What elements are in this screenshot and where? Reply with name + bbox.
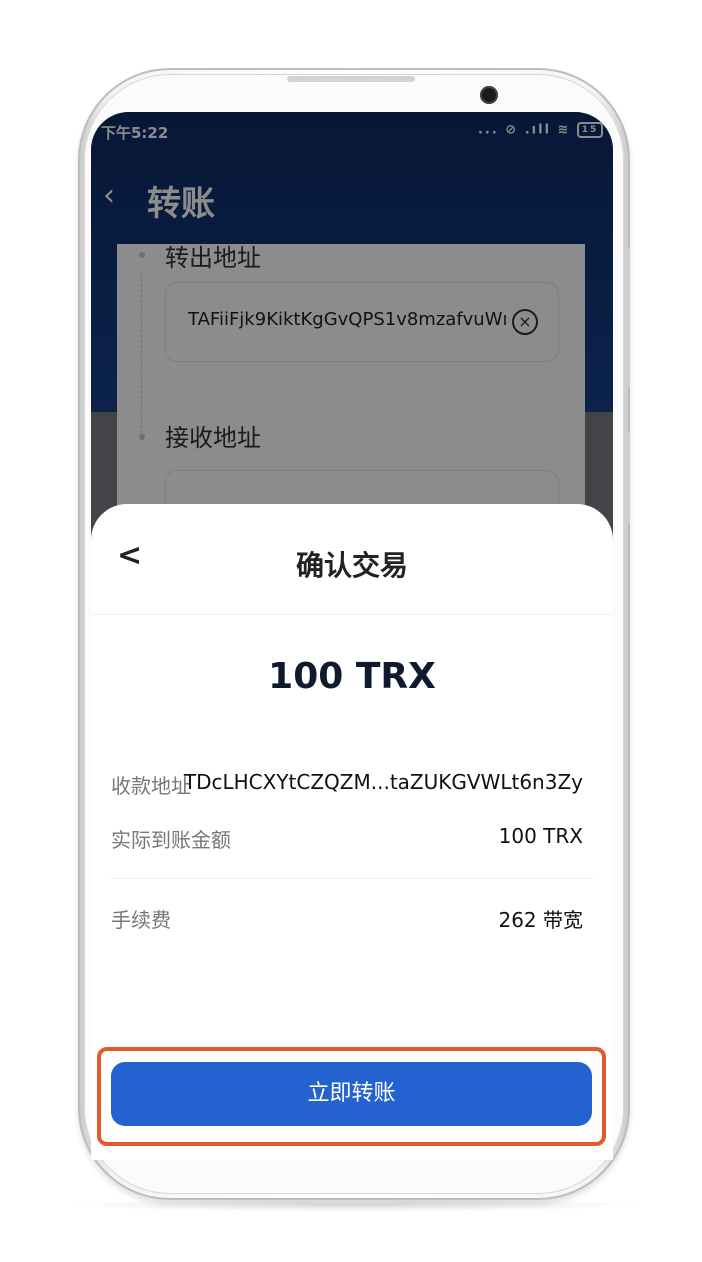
phone-shadow [60,1198,648,1212]
detail-row-recipient: 收款地址 TDcLHCXYtCZQZM...taZUKGVWLt6n3Zy [111,770,583,800]
front-camera [480,86,498,104]
phone-screen: 下午5:22 ... ⊘ .ıll ≋ 15 ‹ 转账 转出地址 TAFiiFj… [91,112,613,1160]
fee-value: 262 带宽 [498,908,583,932]
divider [111,878,593,879]
received-amount: 100 TRX [498,824,583,848]
detail-row-fee: 手续费 262 带宽 [111,904,583,934]
row-label: 实际到账金额 [111,828,231,852]
confirm-transfer-button[interactable]: 立即转账 [111,1062,592,1126]
row-label: 收款地址 [111,774,191,798]
sheet-title: 确认交易 [295,549,408,582]
volume-button [626,248,630,388]
transfer-amount: 100 TRX [268,656,436,697]
detail-row-received: 实际到账金额 100 TRX [111,824,583,854]
recipient-address: TDcLHCXYtCZQZM...taZUKGVWLt6n3Zy [183,770,583,794]
sheet-header: < 确认交易 [91,504,613,615]
row-label: 手续费 [111,908,171,932]
power-button [626,432,630,524]
earpiece-speaker [287,76,415,82]
